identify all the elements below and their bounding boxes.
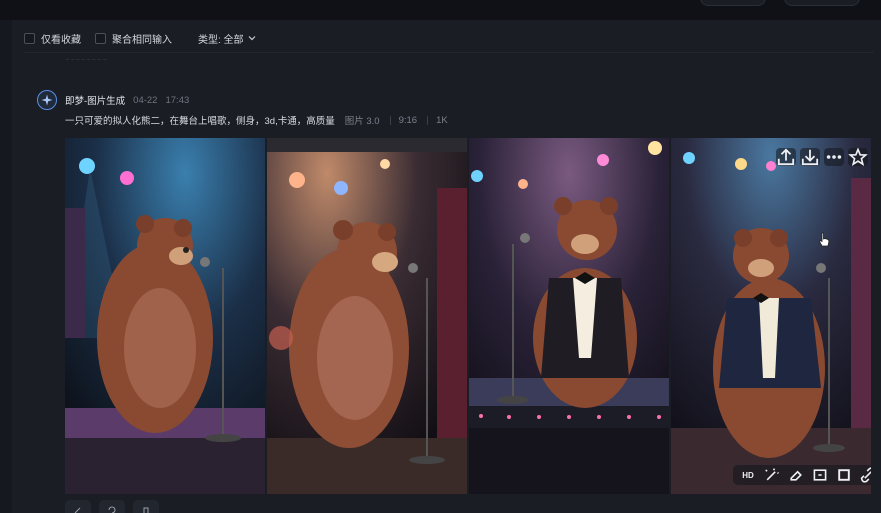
hd-button[interactable]: HD — [737, 467, 759, 483]
share-icon — [777, 148, 795, 166]
more-button[interactable] — [824, 148, 844, 166]
merge-input-filter[interactable]: 聚合相同输入 — [95, 31, 172, 46]
type-select[interactable]: 类型: 全部 — [198, 31, 256, 46]
download-button[interactable] — [800, 148, 820, 166]
faded-previous-content — [66, 54, 106, 60]
window-top-strip — [0, 0, 881, 20]
generated-image-2[interactable] — [267, 138, 467, 494]
crop-button[interactable] — [833, 467, 855, 483]
bear-singing-image — [671, 138, 871, 494]
edit-icon — [74, 507, 81, 513]
link-icon — [860, 467, 871, 483]
eraser-icon — [790, 470, 802, 481]
magic-wand-icon — [765, 468, 779, 481]
download-icon — [801, 149, 819, 166]
share-button[interactable] — [776, 148, 796, 166]
generator-avatar — [37, 90, 57, 110]
message-meta: 即梦-图片生成 04-22 17:43 — [65, 93, 197, 108]
magic-wand-button[interactable] — [761, 467, 783, 483]
favorite-button[interactable] — [848, 148, 868, 166]
sparkle-icon — [41, 94, 53, 106]
refresh-icon — [108, 506, 116, 513]
resolution-tag: 1K — [436, 114, 448, 126]
prompt-text[interactable]: 一只可爱的拟人化熊二，在舞台上唱歌，侧身，3d,卡通，高质量 — [65, 113, 335, 127]
delete-button[interactable] — [133, 500, 159, 513]
eraser-button[interactable] — [785, 467, 807, 483]
message-time: 17:43 — [165, 94, 190, 106]
link-button[interactable] — [857, 467, 871, 483]
message-date: 04-22 — [133, 94, 158, 106]
top-button-left[interactable] — [700, 0, 766, 6]
generated-image-1[interactable] — [65, 138, 265, 494]
generated-image-3[interactable] — [469, 138, 669, 494]
chevron-down-icon — [248, 36, 255, 41]
regenerate-button[interactable] — [65, 500, 91, 513]
bear-singing-image — [65, 138, 265, 494]
bear-singing-image — [267, 138, 467, 494]
hand-cursor-icon — [819, 232, 830, 247]
image-bottom-toolbar: HD — [733, 465, 871, 485]
tag-divider — [389, 115, 391, 125]
reuse-button[interactable] — [99, 500, 125, 513]
tag-divider — [427, 115, 429, 125]
top-button-right[interactable] — [784, 0, 860, 6]
expand-button[interactable] — [809, 467, 831, 483]
crop-icon — [838, 469, 850, 481]
ratio-tag: 9:16 — [398, 114, 418, 126]
message-actions — [65, 500, 159, 513]
image-grid: HD — [65, 138, 871, 494]
favorites-only-label: 仅看收藏 — [41, 34, 81, 46]
generated-image-4[interactable]: HD — [671, 138, 871, 494]
favorites-only-filter[interactable]: 仅看收藏 — [24, 31, 81, 46]
more-icon — [826, 155, 842, 159]
type-select-label: 类型: 全部 — [198, 34, 244, 46]
filter-bar: 仅看收藏 聚合相同输入 类型: 全部 — [24, 28, 256, 48]
prompt-row: 一只可爱的拟人化熊二，在舞台上唱歌，侧身，3d,卡通，高质量 图片 3.0 9:… — [65, 113, 454, 128]
expand-icon — [813, 469, 827, 481]
star-icon — [848, 148, 868, 166]
source-name: 即梦-图片生成 — [65, 96, 126, 107]
trash-icon — [143, 507, 149, 513]
image-top-toolbar — [776, 147, 868, 167]
model-tag: 图片 3.0 — [344, 116, 380, 127]
divider — [24, 52, 874, 53]
favorites-checkbox[interactable] — [24, 32, 35, 44]
merge-input-label: 聚合相同输入 — [112, 34, 172, 46]
bear-singing-image — [469, 138, 669, 494]
merge-checkbox[interactable] — [95, 32, 106, 44]
